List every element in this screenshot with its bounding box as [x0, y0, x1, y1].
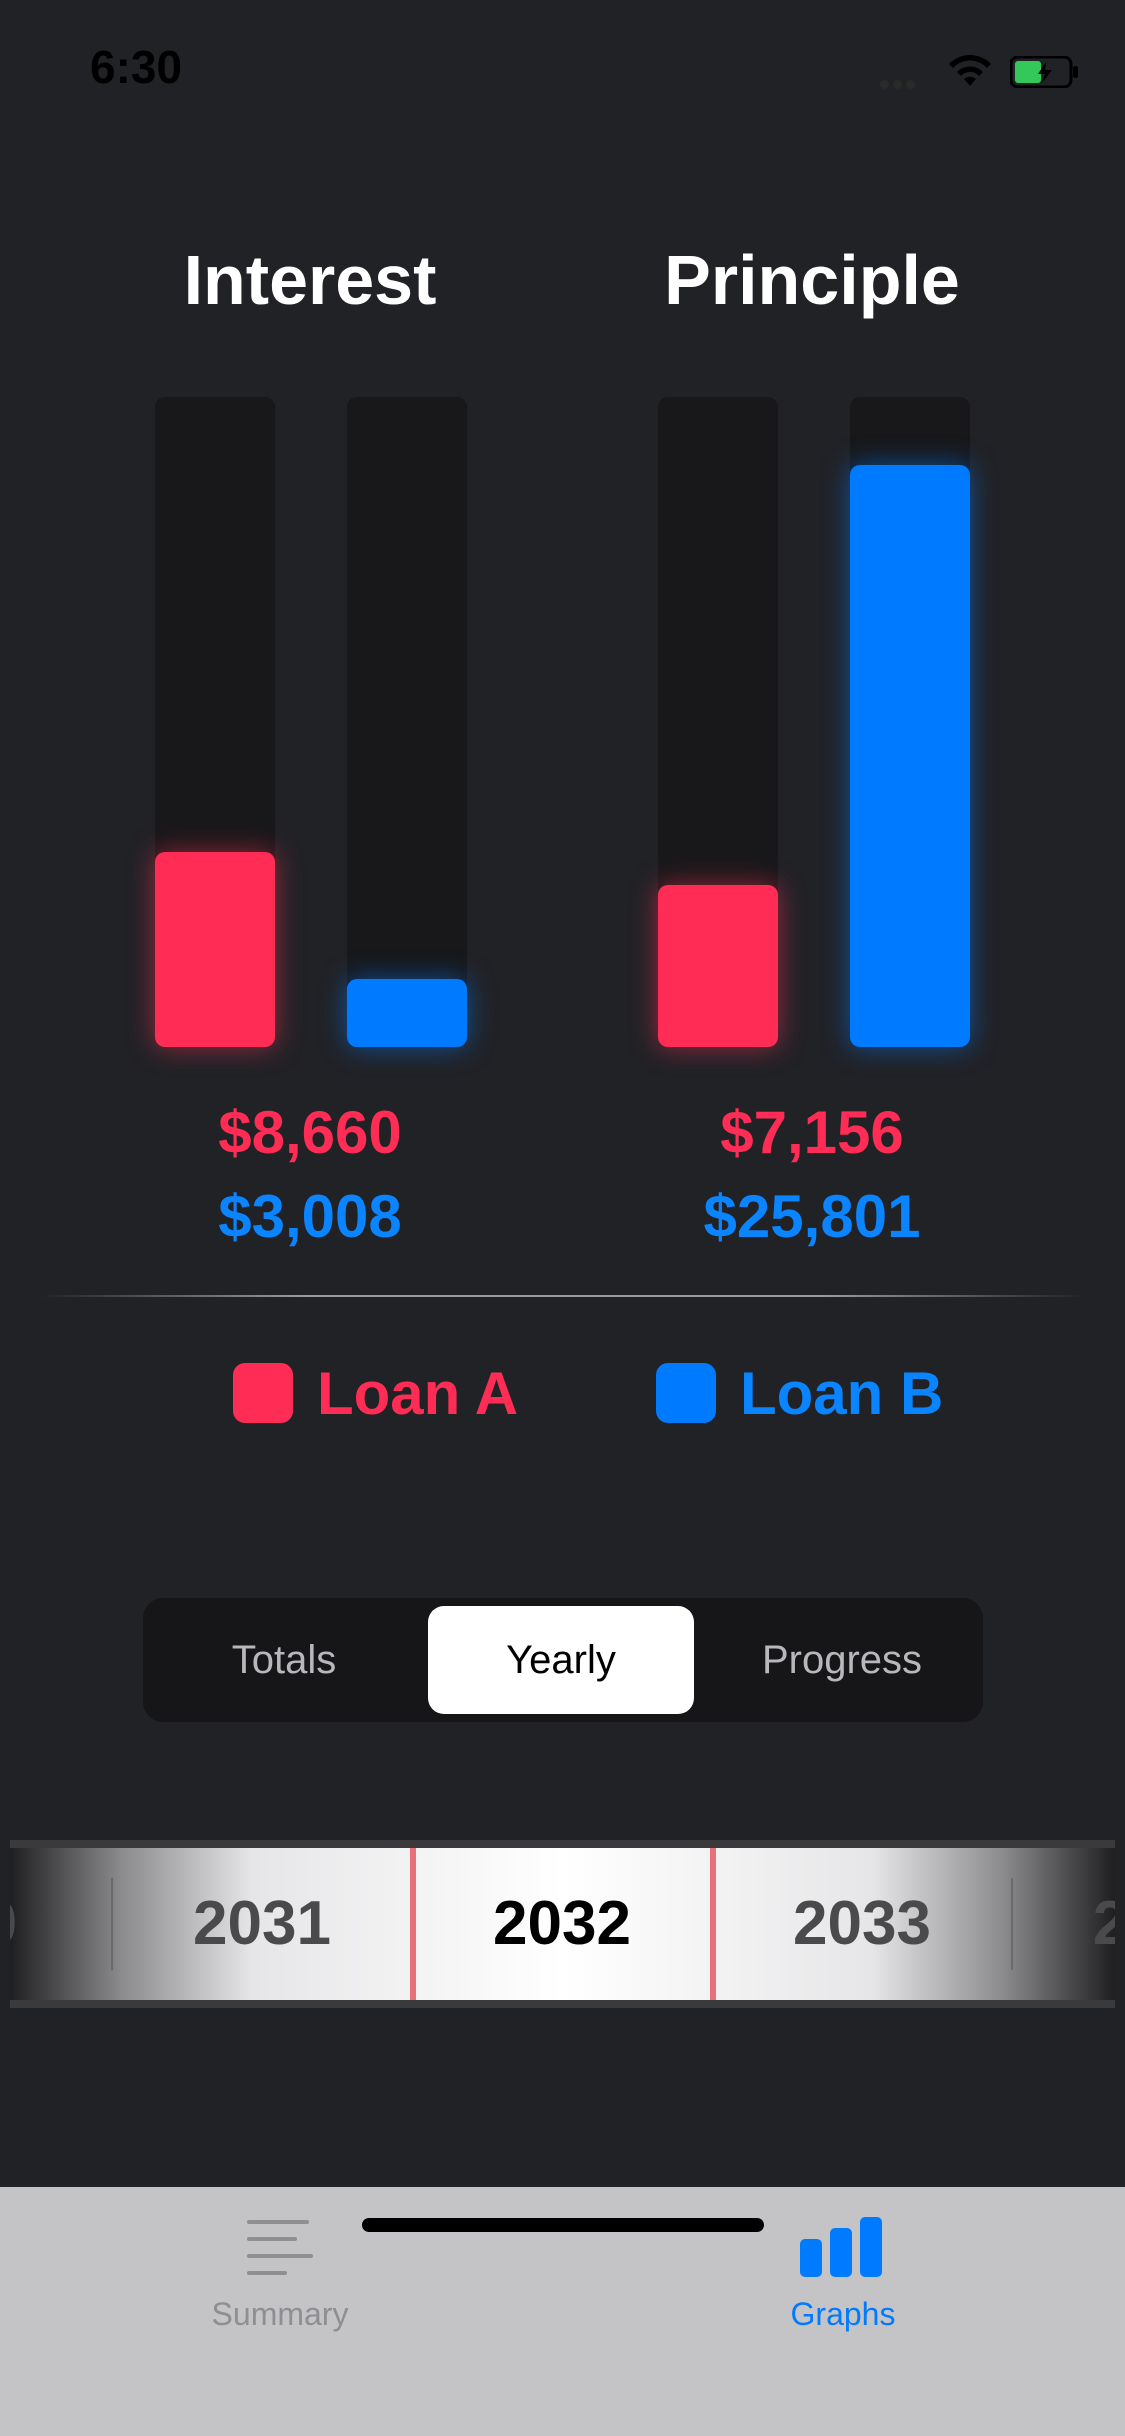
bar-chart-icon: [800, 2217, 882, 2277]
legend-swatch-loan-a: [233, 1363, 293, 1423]
list-icon: [247, 2220, 313, 2275]
status-time: 6:30: [90, 41, 183, 93]
interest-chart-title: Interest: [183, 241, 437, 319]
interest-loan-b-value: $3,008: [218, 1183, 402, 1250]
principle-chart-title: Principle: [664, 241, 960, 319]
principle-loan-a-fill: [658, 884, 778, 1047]
interest-loan-a-bar: [155, 397, 275, 1047]
wifi-icon: [949, 55, 991, 86]
principle-loan-b-value: $25,801: [703, 1183, 921, 1250]
principle-loan-a-bar: [658, 397, 778, 1047]
tab-summary[interactable]: Summary: [130, 2217, 430, 2333]
segment-totals[interactable]: Totals: [151, 1606, 417, 1714]
interest-loan-a-fill: [155, 852, 275, 1047]
segment-progress[interactable]: Progress: [709, 1606, 975, 1714]
tab-graphs[interactable]: Graphs: [693, 2217, 993, 2333]
legend-label-loan-b: Loan B: [740, 1359, 944, 1427]
principle-loan-a-value: $7,156: [720, 1099, 904, 1166]
view-mode-segmented-control: Totals Yearly Progress: [143, 1598, 983, 1722]
year-picker-selected-item[interactable]: 2032: [462, 1848, 662, 2000]
year-picker-tick: [111, 1878, 113, 1970]
status-bar: 6:30: [0, 0, 1125, 140]
legend-swatch-loan-b: [656, 1363, 716, 1423]
interest-loan-b-fill: [347, 978, 467, 1047]
year-picker-selection-marker: [710, 1848, 716, 2000]
cellular-signal-icon: [880, 76, 932, 89]
year-picker-item[interactable]: 2031: [162, 1848, 362, 2000]
battery-icon: [1010, 56, 1078, 88]
interest-loan-a-value: $8,660: [218, 1099, 402, 1166]
legend-item-loan-a: Loan A: [233, 1360, 518, 1427]
year-picker-item[interactable]: 2033: [762, 1848, 962, 2000]
year-picker-item[interactable]: 0: [10, 1848, 100, 2000]
home-indicator: [362, 2218, 764, 2232]
legend-item-loan-b: Loan B: [656, 1360, 943, 1427]
year-picker[interactable]: 0 2031 2032 2033 2: [10, 1840, 1115, 2008]
segment-yearly[interactable]: Yearly: [428, 1606, 694, 1714]
tab-summary-label: Summary: [211, 2296, 349, 2332]
year-picker-item[interactable]: 2: [1010, 1848, 1115, 2000]
principle-loan-b-fill: [850, 465, 970, 1047]
tab-graphs-label: Graphs: [790, 2296, 896, 2332]
legend-label-loan-a: Loan A: [317, 1359, 519, 1427]
principle-loan-b-bar: [850, 397, 970, 1047]
divider: [40, 1295, 1085, 1297]
year-picker-selection-marker: [410, 1848, 416, 2000]
interest-loan-b-bar: [347, 397, 467, 1047]
tab-bar: Summary Graphs: [0, 2187, 1125, 2436]
chart-area: Interest $8,660 $3,008 Principle $7,156 …: [0, 240, 1125, 1290]
